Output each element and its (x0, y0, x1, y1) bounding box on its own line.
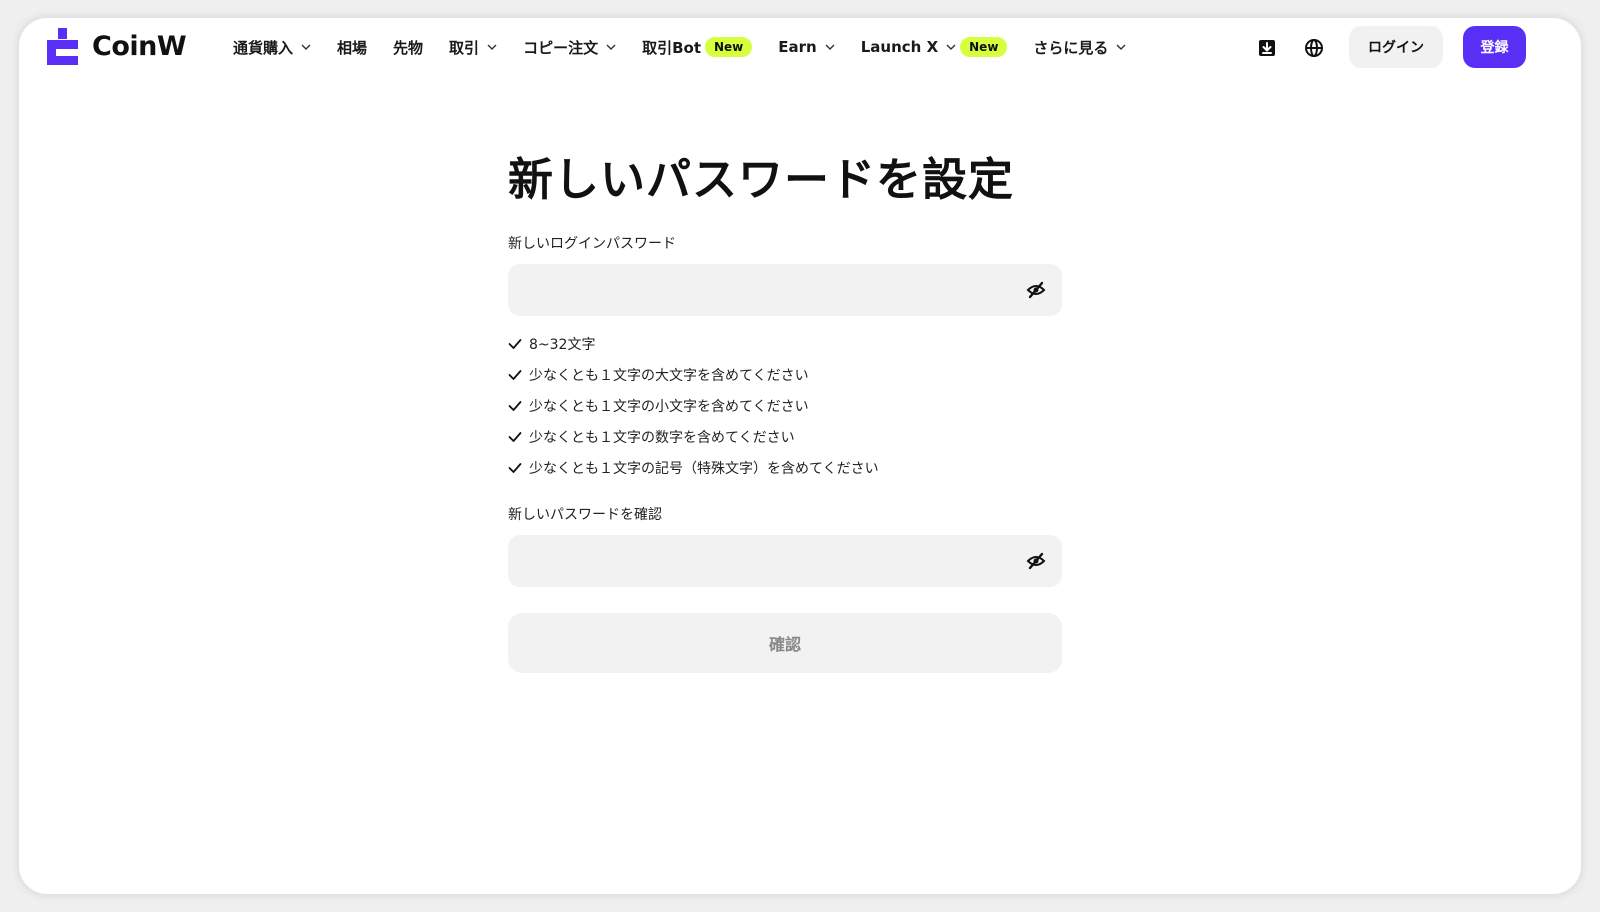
password-rule-text: 8~32文字 (529, 336, 596, 353)
reset-password-form: 新しいパスワードを設定 新しいログインパスワード 8~32文字少なくとも１文字の… (508, 148, 1062, 673)
password-rule: 8~32文字 (508, 328, 1062, 359)
nav-item-label: 取引Bot (642, 38, 701, 57)
nav-item[interactable]: 通貨購入 (233, 37, 311, 58)
check-icon (508, 462, 522, 473)
nav-item[interactable]: Launch X New (861, 37, 1008, 57)
main-nav: 通貨購入 相場 先物 取引 コピー注文 取引Bot New Earn Launch X New さら… (233, 18, 1152, 76)
chevron-down-icon (1116, 44, 1126, 50)
nav-item[interactable]: 取引 (449, 37, 497, 58)
new-badge: New (960, 37, 1008, 57)
chevron-down-icon (487, 44, 497, 50)
chevron-down-icon (825, 44, 835, 50)
nav-item[interactable]: さらに見る (1033, 37, 1126, 58)
password-rule-text: 少なくとも１文字の小文字を含めてください (529, 398, 809, 415)
chevron-down-icon (946, 44, 956, 50)
password-rule: 少なくとも１文字の大文字を含めてください (508, 359, 1062, 390)
login-button[interactable]: ログイン (1349, 26, 1443, 68)
check-icon (508, 338, 522, 349)
password-rule: 少なくとも１文字の小文字を含めてください (508, 390, 1062, 421)
chevron-down-icon (606, 44, 616, 50)
password-rule-text: 少なくとも１文字の数字を含めてください (529, 429, 795, 446)
submit-confirm-button[interactable]: 確認 (508, 613, 1062, 673)
password-rule: 少なくとも１文字の記号（特殊文字）を含めてください (508, 452, 1062, 483)
confirm-password-label: 新しいパスワードを確認 (508, 507, 662, 523)
password-rule-text: 少なくとも１文字の記号（特殊文字）を含めてください (529, 460, 879, 477)
new-password-field-wrap (508, 264, 1062, 316)
nav-item-label: Earn (778, 38, 817, 56)
nav-item[interactable]: Earn (778, 38, 835, 56)
eye-off-icon[interactable] (1026, 280, 1046, 300)
nav-item[interactable]: 取引Bot New (642, 37, 753, 58)
register-button[interactable]: 登録 (1463, 26, 1526, 68)
nav-item-label: コピー注文 (523, 38, 599, 57)
chevron-down-icon (301, 44, 311, 50)
nav-item[interactable]: コピー注文 (523, 37, 616, 58)
password-rules-list: 8~32文字少なくとも１文字の大文字を含めてください 少なくとも１文字の小文字を含… (508, 328, 1062, 483)
coinw-logo-icon (47, 28, 78, 65)
new-password-input[interactable] (508, 264, 1024, 316)
confirm-password-input[interactable] (508, 535, 1024, 587)
check-icon (508, 400, 522, 411)
new-badge: New (705, 37, 753, 57)
download-icon[interactable] (1257, 38, 1277, 58)
check-icon (508, 369, 522, 380)
new-password-label: 新しいログインパスワード (508, 236, 676, 252)
nav-item-label: 通貨購入 (233, 38, 294, 57)
nav-item-label: 相場 (337, 38, 368, 57)
globe-icon[interactable] (1304, 38, 1324, 58)
nav-item-label: 先物 (393, 38, 424, 57)
top-navigation-bar: CoinW 通貨購入 相場 先物 取引 コピー注文 取引Bot New Earn Launch … (19, 18, 1581, 78)
check-icon (508, 431, 522, 442)
logo-text: CoinW (92, 31, 187, 62)
password-rule: 少なくとも１文字の数字を含めてください (508, 421, 1062, 452)
nav-item-label: さらに見る (1033, 38, 1109, 57)
nav-item-label: Launch X (860, 38, 939, 56)
password-rule-text: 少なくとも１文字の大文字を含めてください (529, 367, 809, 384)
nav-item[interactable]: 先物 (393, 37, 423, 58)
coinw-logo[interactable]: CoinW (47, 28, 187, 65)
confirm-password-field-wrap (508, 535, 1062, 587)
page-title: 新しいパスワードを設定 (508, 153, 1015, 206)
eye-off-icon[interactable] (1026, 551, 1046, 571)
nav-item[interactable]: 相場 (337, 37, 367, 58)
browser-window: CoinW 通貨購入 相場 先物 取引 コピー注文 取引Bot New Earn Launch … (19, 18, 1581, 894)
nav-item-label: 取引 (449, 38, 480, 57)
